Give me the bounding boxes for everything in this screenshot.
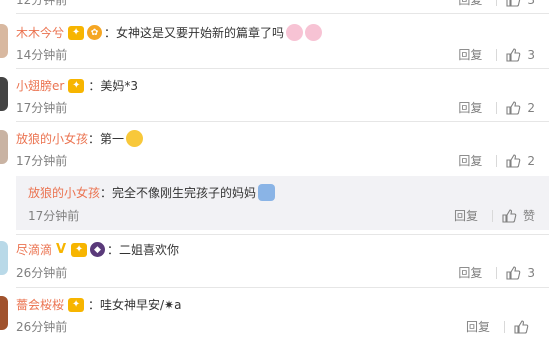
like-count: 2 xyxy=(527,153,535,168)
vip-badge-icon: ✦ xyxy=(68,78,85,93)
like-button[interactable]: 2 xyxy=(505,153,535,169)
thumbs-up-icon xyxy=(506,100,521,115)
username[interactable]: 薔会桜桜 xyxy=(16,296,64,313)
username[interactable]: 尽滴滴 xyxy=(16,241,52,258)
username[interactable]: 放狼的小女孩 xyxy=(28,184,100,201)
comment-actions: 回复 2 xyxy=(458,152,535,169)
username[interactable]: 放狼的小女孩 xyxy=(16,130,88,147)
divider xyxy=(496,154,498,167)
like-button[interactable]: 2 xyxy=(505,100,535,116)
nested-reply: 放狼的小女孩 ：完全不像刚生完孩子的妈妈 17分钟前 回复 赞 xyxy=(16,176,549,230)
divider xyxy=(504,320,505,333)
reply-button[interactable]: 回复 xyxy=(458,152,482,169)
comment-time: 17分钟前 xyxy=(16,101,68,115)
avatar[interactable] xyxy=(0,130,8,164)
comment-line: 小翅膀er ✦ ：美妈*3 xyxy=(16,77,138,94)
comment-actions: 回复 3 xyxy=(458,0,535,8)
divider xyxy=(16,234,549,235)
comment-text: ：第一 xyxy=(88,132,125,146)
emoji-icon xyxy=(126,130,144,147)
vip-badge-icon: ✦ xyxy=(68,25,85,40)
divider xyxy=(16,68,549,69)
verified-v-icon: V xyxy=(55,242,67,257)
like-count: 2 xyxy=(527,100,535,115)
avatar[interactable] xyxy=(0,241,8,275)
comment-line: 放狼的小女孩 ：第一 xyxy=(16,130,144,147)
comment-text: ：哇女神早安/✷a xyxy=(88,298,182,312)
pig-emoji-icon xyxy=(305,24,323,41)
comment-line: 薔会桜桜 ✦ ：哇女神早安/✷a xyxy=(16,296,181,313)
divider xyxy=(496,0,498,6)
divider xyxy=(491,209,493,222)
comment-time: 26分钟前 xyxy=(16,320,68,334)
comment-line: 放狼的小女孩 ：完全不像刚生完孩子的妈妈 xyxy=(28,184,276,201)
thumbs-up-icon xyxy=(514,319,529,334)
vip-badge-icon: ✦ xyxy=(71,242,88,257)
comment-time: 17分钟前 xyxy=(28,209,80,223)
username[interactable]: 小翅膀er xyxy=(16,77,64,94)
comment-time: 26分钟前 xyxy=(16,266,68,280)
comment-line: 木木今兮 ✦ ✿ ：女神这是又要开始新的篇章了吗 xyxy=(16,24,323,41)
comment-line: 尽滴滴 V ✦ ◆ ：二姐喜欢你 xyxy=(16,241,179,258)
previous-comment-tail: 12分钟前 回复 3 xyxy=(16,0,549,9)
like-count: 3 xyxy=(527,265,535,280)
avatar[interactable] xyxy=(0,77,8,111)
reply-button[interactable]: 回复 xyxy=(458,99,482,116)
divider xyxy=(496,266,498,279)
divider xyxy=(16,13,549,14)
thumbs-up-icon xyxy=(506,153,521,168)
thumbs-up-icon xyxy=(506,265,521,280)
like-button[interactable]: 赞 xyxy=(501,207,535,224)
like-count: 3 xyxy=(527,0,535,7)
vip-badge-icon: ✦ xyxy=(68,297,85,312)
like-label: 赞 xyxy=(522,209,535,223)
reply-button[interactable]: 回复 xyxy=(458,0,482,8)
comment-actions: 回复 xyxy=(466,318,535,335)
like-button[interactable]: 3 xyxy=(505,0,535,8)
divider xyxy=(496,101,498,114)
username[interactable]: 木木今兮 xyxy=(16,24,64,41)
comment-actions: 回复 3 xyxy=(458,46,535,63)
avatar[interactable] xyxy=(0,24,8,58)
divider xyxy=(496,48,498,61)
pig-emoji-icon xyxy=(286,24,304,41)
reply-button[interactable]: 回复 xyxy=(466,318,490,335)
comment-text: ：美妈*3 xyxy=(88,79,138,93)
comment-text: ：二姐喜欢你 xyxy=(107,243,180,257)
reply-button[interactable]: 回复 xyxy=(458,264,482,281)
like-button[interactable]: 3 xyxy=(505,47,535,63)
medal-icon: ◆ xyxy=(90,242,106,257)
divider xyxy=(16,121,549,122)
comment-time: 14分钟前 xyxy=(16,48,68,62)
like-button[interactable] xyxy=(513,319,535,335)
comment-actions: 回复 2 xyxy=(458,99,535,116)
comment-actions: 回复 赞 xyxy=(454,207,535,224)
reply-button[interactable]: 回复 xyxy=(458,46,482,63)
comment-time: 12分钟前 xyxy=(16,0,68,7)
like-count: 3 xyxy=(527,47,535,62)
divider xyxy=(16,287,549,288)
comment-actions: 回复 3 xyxy=(458,264,535,281)
comment-text: ：女神这是又要开始新的篇章了吗 xyxy=(104,26,285,40)
comment-time: 17分钟前 xyxy=(16,154,68,168)
thumbs-up-icon xyxy=(506,47,521,62)
thumbs-up-icon xyxy=(502,208,517,223)
thumbs-up-icon xyxy=(506,0,521,7)
comment-text: ：完全不像刚生完孩子的妈妈 xyxy=(100,186,257,200)
reply-button[interactable]: 回复 xyxy=(454,207,478,224)
medal-icon: ✿ xyxy=(87,25,103,40)
avatar[interactable] xyxy=(0,296,8,330)
like-button[interactable]: 3 xyxy=(505,265,535,281)
baby-bottle-emoji-icon xyxy=(258,184,276,201)
